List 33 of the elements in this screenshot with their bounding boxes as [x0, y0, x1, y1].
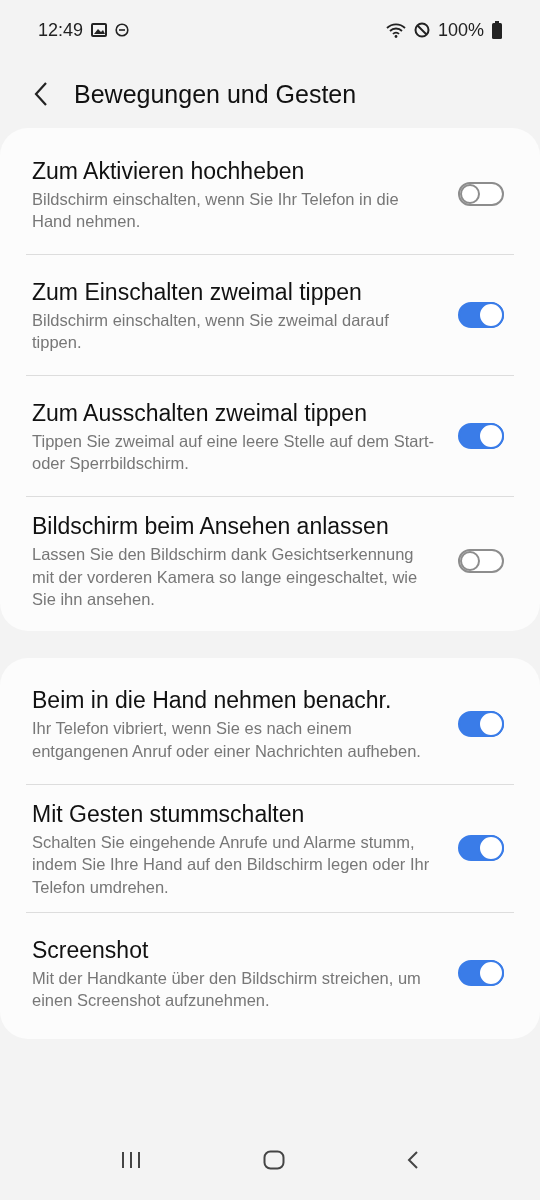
setting-description: Lassen Sie den Bildschirm dank Gesichtserkennung mit der vorderen Kamera so lange eingeschaltet, wie Sie ihn ansehen.	[32, 544, 419, 610]
setting-title: Zum Aktivieren hochheben	[32, 156, 306, 186]
toggle-switch[interactable]	[458, 182, 504, 206]
battery-icon	[492, 21, 502, 39]
setting-title: Zum Einschalten zweimal tippen	[32, 277, 363, 307]
back-icon[interactable]	[34, 82, 48, 106]
setting-description: Schalten Sie eingehende Anrufe und Alarme stumm, indem Sie Ihre Hand auf den Bildschirm legen oder Ihr Telefon umdrehen.	[32, 831, 431, 898]
setting-description: Mit der Handkante über den Bildschirm streichen, um einen Screenshot aufzunehmen.	[32, 967, 422, 1011]
setting-description: Tippen Sie zweimal auf eine leere Stelle auf dem Start- oder Sperrbildschirm.	[32, 430, 435, 474]
toggle-switch[interactable]	[458, 548, 504, 573]
recent-apps-icon[interactable]	[120, 1151, 143, 1169]
home-icon[interactable]	[263, 1150, 285, 1170]
image-icon	[91, 23, 108, 37]
setting-title: Zum Ausschalten zweimal tippen	[32, 398, 368, 428]
toggle-switch[interactable]	[458, 423, 504, 449]
setting-title: Mit Gesten stummschalten	[32, 799, 306, 829]
blocked-icon	[413, 22, 430, 38]
setting-title: Screenshot	[32, 935, 150, 965]
toggle-switch[interactable]	[458, 710, 504, 737]
toggle-switch[interactable]	[458, 835, 504, 862]
page-title: Bewegungen und Gesten	[74, 79, 357, 109]
wifi-icon	[385, 22, 406, 38]
clock: 12:49	[38, 19, 84, 41]
setting-description: Bildschirm einschalten, wenn Sie Ihr Telefon in die Hand nehmen.	[32, 188, 400, 232]
setting-title: Beim in die Hand nehmen benachr.	[32, 686, 393, 715]
back-icon[interactable]	[405, 1150, 420, 1170]
toggle-switch[interactable]	[458, 302, 504, 328]
do-not-disturb-icon	[115, 23, 130, 37]
setting-title: Bildschirm beim Ansehen anlassen	[32, 512, 390, 541]
setting-description: Ihr Telefon vibriert, wenn Sie es nach einem entgangenen Anruf oder einer Nachrichten aufheben.	[32, 718, 422, 762]
battery-percentage: 100%	[437, 19, 484, 41]
setting-description: Bildschirm einschalten, wenn Sie zweimal darauf tippen.	[32, 309, 390, 353]
toggle-switch[interactable]	[458, 960, 504, 986]
